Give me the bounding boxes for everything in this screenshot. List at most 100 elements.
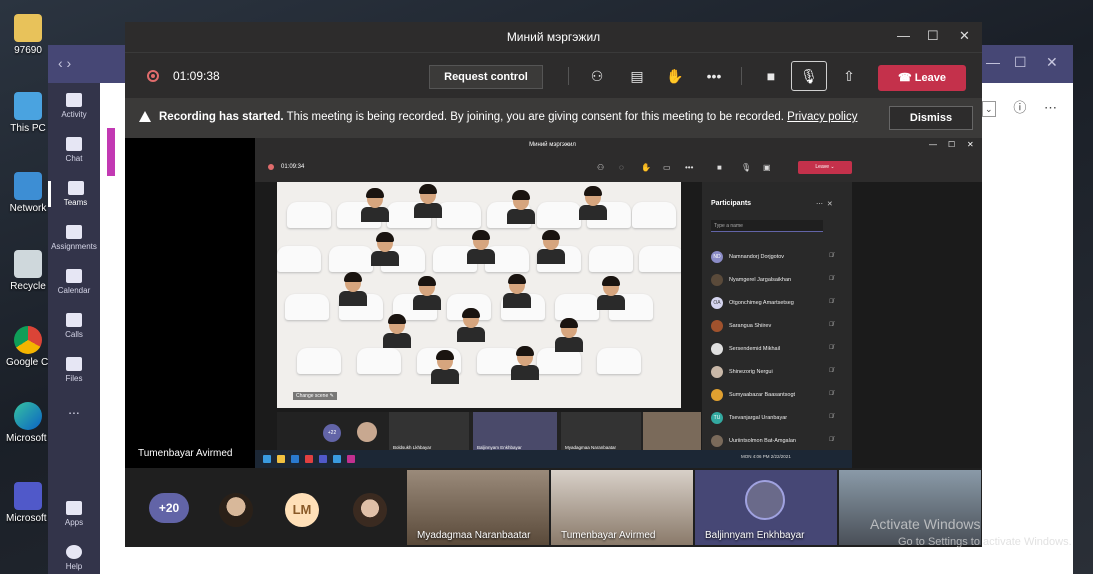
participant-row: Shinezorig Nergui 🎙̸	[711, 363, 843, 386]
mic-muted-icon: 🎙̸	[829, 345, 834, 351]
desktop-icon-edge[interactable]: Microsoft Edge	[6, 402, 50, 444]
teams-icon	[319, 455, 327, 463]
desktop-icon-chrome[interactable]: Google Chrome	[6, 326, 50, 368]
more-participants-badge: +22	[323, 424, 341, 442]
info-icon[interactable]: ⓘ	[1013, 97, 1026, 116]
desktop-icon-label: This PC	[10, 123, 46, 134]
teams-rail-icon	[67, 181, 84, 195]
minimize-icon[interactable]: —	[986, 54, 1000, 70]
more-actions-icon[interactable]: •••	[705, 67, 723, 85]
network-icon	[14, 172, 42, 200]
rail-item-help[interactable]: Help	[48, 545, 100, 571]
auditorium-seat	[537, 202, 581, 228]
mic-muted-icon: 🎙̸	[829, 368, 834, 374]
participant-name: Otgonchimeg Amartsetseg	[729, 300, 794, 306]
maximize-icon[interactable]: ☐	[1014, 54, 1027, 71]
tile-name: Tumenbayar Avirmed	[561, 530, 656, 541]
avatar: ND	[711, 251, 723, 263]
leave-button[interactable]: ☎ Leave	[878, 65, 966, 91]
minimize-icon: —	[929, 140, 937, 149]
rail-item-assignments[interactable]: Assignments	[48, 225, 100, 251]
avatar[interactable]	[219, 493, 253, 527]
recording-banner-text: Recording has started. This meeting is b…	[159, 111, 857, 123]
desktop-icon-network[interactable]: Network	[6, 172, 50, 214]
attendee-video	[412, 184, 444, 218]
close-icon[interactable]: ✕	[1046, 54, 1058, 71]
desktop-icon-teams[interactable]: Microsoft Teams	[6, 482, 50, 524]
avatar	[711, 389, 723, 401]
auditorium-seat	[632, 202, 676, 228]
meeting-window: Миний мэргэжил — ☐ ✕ 01:09:38 Request co…	[125, 22, 982, 547]
inner-title: Миний мэргэжил	[529, 142, 576, 148]
chat-icon	[66, 137, 82, 151]
attendee-video	[381, 314, 413, 348]
microphone-button[interactable]: 🎙	[791, 61, 827, 91]
privacy-policy-link[interactable]: Privacy policy	[787, 111, 857, 123]
attendee-video	[359, 188, 391, 222]
mic-muted-icon: 🎙̸	[829, 253, 834, 259]
avatar[interactable]: LM	[285, 493, 319, 527]
dismiss-button[interactable]: Dismiss	[889, 106, 973, 130]
avatar	[711, 343, 723, 355]
desktop-icon-user-folder[interactable]: 97690	[6, 14, 50, 56]
rail-item-calendar[interactable]: Calendar	[48, 269, 100, 295]
video-tile[interactable]: Baljinnyam Enkhbayar	[695, 470, 837, 545]
close-icon[interactable]: ✕	[959, 28, 970, 44]
more-options-icon[interactable]: ⋯	[1044, 100, 1057, 116]
participant-name: Nyamgerel Jargalsaikhan	[729, 277, 792, 283]
meeting-toolbar: 01:09:38 Request control ⚇ ▤ ✋ ••• ■ 🎙 ⇧…	[125, 52, 982, 98]
inner-toolbar: 01:09:34 ⚇ ◌ ✋ ▭ ••• ■ 🎙 ▣ Leave ⌄	[255, 152, 982, 182]
minimize-icon[interactable]: —	[897, 28, 910, 43]
edge-icon	[291, 455, 299, 463]
avatar: OA	[711, 297, 723, 309]
rail-label: Calls	[65, 330, 83, 339]
avatar	[711, 320, 723, 332]
participant-name: Tsevanjargal Uranbayar	[729, 415, 788, 421]
pencil-icon: ✎	[329, 393, 334, 399]
inner-taskbar: MON 4:06 PM 2/22/2021	[255, 450, 852, 468]
recording-icon	[268, 164, 274, 170]
more-participants-button[interactable]: +20	[149, 493, 189, 523]
auditorium-seat	[329, 246, 373, 272]
close-icon: ✕	[826, 201, 833, 208]
video-tile[interactable]: Myadagmaa Naranbaatar	[407, 470, 549, 545]
microphone-icon: 🎙	[800, 68, 818, 84]
raise-hand-icon[interactable]: ✋	[666, 67, 684, 85]
attendee-video	[337, 272, 369, 306]
chevron-down-icon[interactable]: ⌄	[981, 101, 996, 117]
maximize-icon[interactable]: ☐	[927, 28, 939, 44]
rail-label: Assignments	[51, 242, 97, 251]
auditorium-seat	[639, 246, 681, 272]
rail-item-teams[interactable]: Teams	[48, 181, 100, 207]
request-control-button[interactable]: Request control	[429, 65, 543, 89]
desktop-icon-this-pc[interactable]: This PC	[6, 92, 50, 134]
avatar[interactable]	[353, 493, 387, 527]
rail-item-files[interactable]: Files	[48, 357, 100, 383]
nav-arrows-icon[interactable]: ‹ ›	[58, 55, 71, 71]
chat-icon[interactable]: ▤	[628, 67, 646, 85]
rail-item-chat[interactable]: Chat	[48, 137, 100, 163]
video-tile[interactable]	[839, 470, 981, 545]
recording-banner: Recording has started. This meeting is b…	[125, 98, 982, 138]
share-screen-icon[interactable]: ⇧	[840, 67, 858, 85]
team-color-bar	[107, 128, 115, 176]
leave-label: Leave	[914, 72, 946, 84]
rail-item-calls[interactable]: Calls	[48, 313, 100, 339]
attendee-video	[455, 308, 487, 342]
rail-item-activity[interactable]: Activity	[48, 93, 100, 119]
video-tile[interactable]: Tumenbayar Avirmed	[551, 470, 693, 545]
participants-icon[interactable]: ⚇	[588, 67, 606, 85]
desktop-icon-recycle[interactable]: Recycle	[6, 250, 50, 292]
participant-name: Uuriintsolmon Bat-Amgalan	[729, 438, 796, 444]
rail-item-more[interactable]: ...	[48, 401, 100, 417]
participant-row: TU Tsevanjargal Uranbayar 🎙̸	[711, 409, 843, 432]
participant-name: Sumyaabazar Baasantsogt	[729, 392, 796, 398]
auditorium-seat	[287, 202, 331, 228]
chrome-icon	[14, 326, 42, 354]
mic-muted-icon: 🎙̸	[829, 276, 834, 282]
start-icon	[263, 455, 271, 463]
inner-titlebar: Миний мэргэжил — ☐ ✕	[255, 138, 982, 152]
activation-watermark-text: Go to Settings to activate Windows.	[898, 536, 1072, 548]
rail-item-apps[interactable]: Apps	[48, 501, 100, 527]
camera-icon[interactable]: ■	[762, 67, 780, 85]
